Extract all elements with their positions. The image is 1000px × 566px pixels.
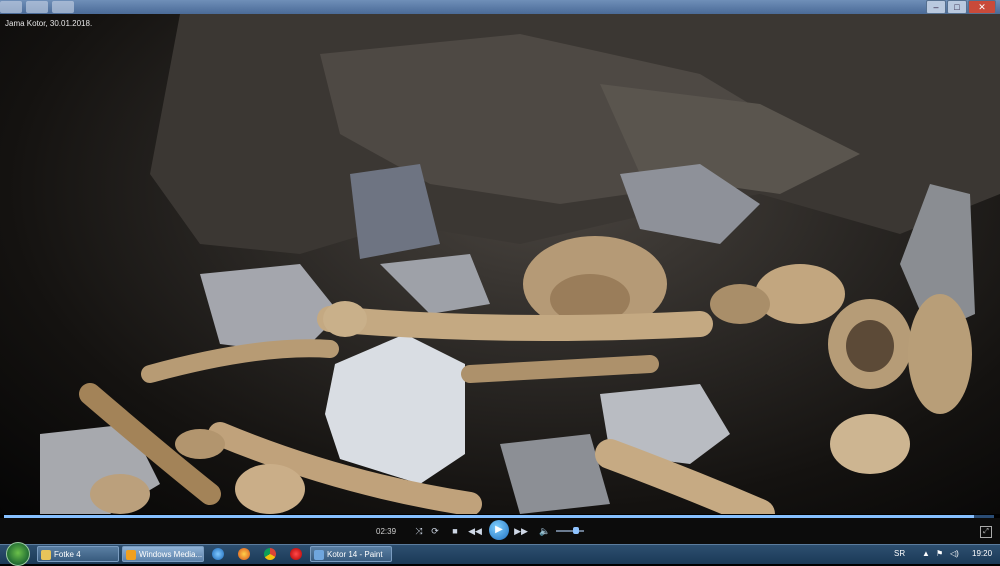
video-caption: Jama Kotor, 30.01.2018. xyxy=(5,19,93,28)
title-bar-icons xyxy=(0,0,74,14)
next-button[interactable]: ▶▶ xyxy=(514,525,528,537)
window-title-bar: – □ ✕ xyxy=(0,0,1000,14)
taskbar-item-fotke[interactable]: Fotke 4 xyxy=(37,546,119,562)
title-bar-tool-icon xyxy=(52,1,74,13)
title-bar-tool-icon xyxy=(26,1,48,13)
paint-icon xyxy=(314,550,324,560)
stop-button[interactable]: ■ xyxy=(448,525,462,537)
taskbar-item-media-player[interactable]: Windows Media... xyxy=(122,546,204,562)
chrome-icon[interactable] xyxy=(264,548,276,560)
taskbar-item-label: Fotke 4 xyxy=(54,550,81,559)
fullscreen-button[interactable]: ⤢ xyxy=(980,526,992,538)
mute-button[interactable]: 🔈 xyxy=(538,525,552,537)
window-controls: – □ ✕ xyxy=(926,0,996,14)
clock[interactable]: 19:20 xyxy=(972,549,992,558)
video-frame-cave-bones xyxy=(40,14,1000,514)
internet-explorer-icon[interactable] xyxy=(212,548,224,560)
tray-arrow-icon[interactable]: ▲ xyxy=(922,549,930,558)
repeat-icon[interactable]: ⟳ xyxy=(428,525,442,537)
elapsed-time: 02:39 xyxy=(376,527,397,536)
maximize-button[interactable]: □ xyxy=(947,0,967,14)
previous-button[interactable]: ◀◀ xyxy=(468,525,482,537)
folder-icon xyxy=(41,550,51,560)
language-indicator[interactable]: SR xyxy=(894,549,905,558)
speaker-icon[interactable]: ◁) xyxy=(950,549,959,558)
minimize-button[interactable]: – xyxy=(926,0,946,14)
volume-slider-knob[interactable] xyxy=(572,527,579,534)
close-button[interactable]: ✕ xyxy=(968,0,996,14)
flag-icon[interactable]: ⚑ xyxy=(936,549,943,558)
taskbar: Fotke 4 Windows Media... Kotor 14 - Pain… xyxy=(0,542,1000,566)
firefox-icon[interactable] xyxy=(238,548,250,560)
start-button[interactable] xyxy=(6,542,30,566)
title-bar-app-icon xyxy=(0,1,22,13)
taskbar-item-paint[interactable]: Kotor 14 - Paint xyxy=(310,546,392,562)
video-area[interactable]: Jama Kotor, 30.01.2018. xyxy=(0,14,1000,514)
shuffle-icon[interactable]: ⤨ xyxy=(412,525,426,537)
opera-icon[interactable] xyxy=(290,548,302,560)
taskbar-item-label: Windows Media... xyxy=(139,550,203,559)
system-tray: SR ▲ ⚑ ◁) 19:20 xyxy=(880,545,1000,564)
media-player-icon xyxy=(126,550,136,560)
play-button[interactable]: ▶ xyxy=(489,520,509,540)
volume-slider[interactable] xyxy=(556,530,584,532)
taskbar-item-label: Kotor 14 - Paint xyxy=(327,550,383,559)
player-controls: 02:39 ⤨ ⟳ ■ ◀◀ ▶ ▶▶ 🔈 ⤢ xyxy=(0,518,1000,544)
